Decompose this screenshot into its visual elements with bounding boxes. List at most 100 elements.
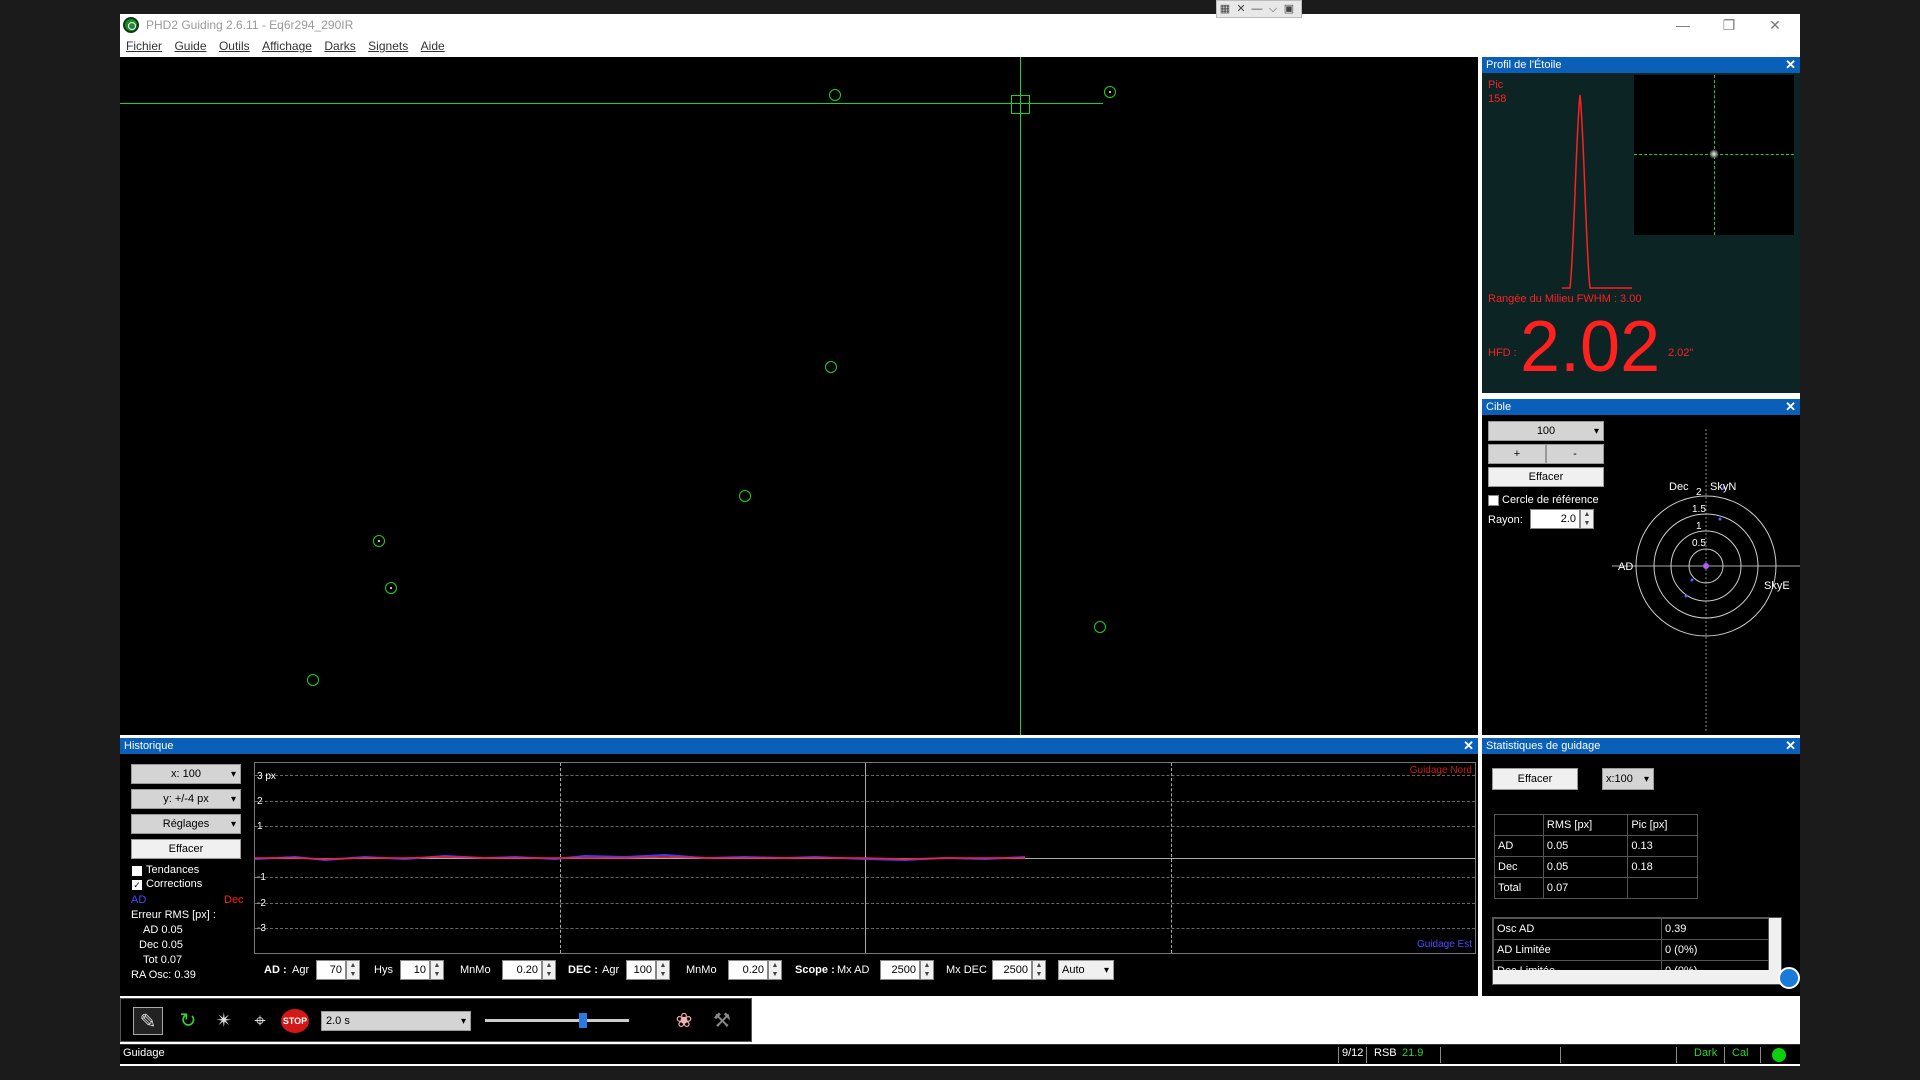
app-icon [123, 17, 139, 33]
zoom-in-button[interactable]: + [1488, 444, 1546, 464]
menu-fichier[interactable]: Fichier [126, 36, 162, 56]
horizontal-scrollbar[interactable] [1493, 970, 1769, 984]
mx-dec-spinner[interactable]: ▲ ▼ [1032, 960, 1046, 980]
dash-icon[interactable]: — [1249, 1, 1265, 17]
star-marker[interactable] [825, 361, 837, 373]
history-x-scale[interactable]: x: 100 [131, 764, 241, 784]
menu-guide[interactable]: Guide [174, 36, 206, 56]
rms-title: Erreur RMS [px] : [131, 909, 216, 921]
gamma-slider-thumb[interactable] [579, 1013, 587, 1028]
hys-input[interactable]: 10 [400, 960, 430, 980]
menu-aide[interactable]: Aide [421, 36, 445, 56]
help-icon[interactable] [1778, 967, 1800, 989]
close-icon[interactable]: ✕ [1463, 738, 1474, 754]
ad-agr-input[interactable]: 70 [316, 960, 346, 980]
history-clear-button[interactable]: Effacer [131, 839, 241, 859]
ad-mnmo-input[interactable]: 0.20 [502, 960, 542, 980]
dec-mnmo-input[interactable]: 0.20 [728, 960, 768, 980]
star-marker[interactable] [829, 89, 841, 101]
crosshair-vertical [1020, 57, 1021, 735]
close-icon[interactable]: ✕ [1785, 57, 1796, 73]
legend-dec: Dec [224, 894, 244, 906]
trends-checkbox[interactable] [132, 866, 142, 876]
star-marker[interactable] [373, 535, 385, 547]
zoom-out-button[interactable]: - [1546, 444, 1604, 464]
hys-spinner[interactable]: ▲ ▼ [430, 960, 444, 980]
star-marker[interactable] [385, 582, 397, 594]
radius-input[interactable]: 2.0 [1530, 509, 1580, 529]
brain-icon[interactable]: ❀ [669, 1007, 699, 1035]
close-icon[interactable]: ✕ [1785, 738, 1796, 754]
menu-darks[interactable]: Darks [324, 36, 355, 56]
crosshair-horizontal [120, 103, 1103, 104]
mx-ad-spinner[interactable]: ▲ ▼ [920, 960, 934, 980]
history-graph: 3 px 2 1 -1 -2 -3 Guidage Nord Guidage E… [254, 762, 1476, 954]
stop-icon[interactable]: STOP [281, 1009, 309, 1033]
row-name: Dec [1494, 856, 1544, 878]
target-zoom-select[interactable]: 100 [1488, 421, 1604, 441]
dec-mnmo-spinner[interactable]: ▲ ▼ [768, 960, 782, 980]
close-icon[interactable]: ✕ [1785, 399, 1796, 415]
stats-header: Statistiques de guidage ✕ [1482, 738, 1800, 754]
camera-view[interactable] [120, 57, 1478, 735]
grid-icon[interactable]: ▦ [1217, 1, 1233, 17]
mx-ad-input[interactable]: 2500 [880, 960, 920, 980]
exposure-select[interactable]: 2.0 s [321, 1011, 471, 1031]
target-header: Cible ✕ [1482, 399, 1800, 415]
stats-scroll-area[interactable]: Osc AD0.39 AD Limitée0 (0%) Dec Limitée0… [1492, 917, 1782, 985]
divider [1440, 1047, 1441, 1063]
star-marker[interactable] [739, 490, 751, 502]
trends-label: Tendances [146, 864, 200, 876]
gamma-slider-track[interactable] [485, 1019, 629, 1022]
connection-led [1772, 1048, 1786, 1062]
chevron-down-icon[interactable]: ⌵ [1265, 1, 1281, 17]
settings-icon[interactable]: ⚒ [707, 1007, 737, 1035]
window-title: PHD2 Guiding 2.6.11 - Eq6r294_290IR [146, 18, 354, 32]
profile-curve [1562, 94, 1632, 289]
ref-circle-checkbox[interactable] [1488, 495, 1499, 506]
star-select-icon[interactable]: ✴ [209, 1007, 239, 1035]
pin-icon[interactable]: ✕ [1233, 1, 1249, 17]
menu-signets[interactable]: Signets [368, 36, 408, 56]
external-toolbar: ▦ ✕ — ⌵ ▣ [1216, 0, 1302, 18]
minimize-icon[interactable]: — [1660, 14, 1706, 36]
dark-indicator: Dark [1694, 1047, 1718, 1059]
row-rms: 0.05 [1542, 856, 1629, 878]
restore-icon[interactable]: ❐ [1706, 14, 1752, 36]
monitor-icon[interactable]: ▣ [1281, 1, 1297, 17]
target-clear-button[interactable]: Effacer [1488, 467, 1604, 487]
stats-scale-select[interactable]: x:100 [1602, 768, 1654, 790]
table-row: Osc AD 0.39 [1493, 918, 1769, 940]
star-marker[interactable] [307, 674, 319, 686]
dec-agr-input[interactable]: 100 [626, 960, 656, 980]
guide-target-icon[interactable]: ⌖ [245, 1007, 275, 1035]
table-row: RMS [px] Pic [px] [1494, 814, 1698, 836]
close-icon[interactable]: ✕ [1752, 14, 1798, 36]
star-marker[interactable] [1094, 621, 1106, 633]
guide-star-box[interactable] [1011, 95, 1030, 114]
ring-label-0-5: 0.5 [1692, 538, 1706, 549]
divider [1760, 1047, 1761, 1063]
menu-outils[interactable]: Outils [219, 36, 250, 56]
history-y-scale[interactable]: y: +/-4 px [131, 789, 241, 809]
dec-agr-spinner[interactable]: ▲ ▼ [656, 960, 670, 980]
main-toolbar: ✎ ↻ ✴ ⌖ STOP 2.0 s ❀ ⚒ [120, 998, 752, 1042]
star-marker[interactable] [1104, 86, 1116, 98]
loop-icon[interactable]: ↻ [173, 1007, 203, 1035]
radius-spinner[interactable]: ▲ ▼ [1580, 509, 1594, 529]
ad-agr-spinner[interactable]: ▲ ▼ [346, 960, 360, 980]
ad-agr-label: Agr [292, 964, 310, 976]
usb-pen-icon[interactable]: ✎ [133, 1007, 163, 1035]
menu-affichage[interactable]: Affichage [262, 36, 312, 56]
divider [1676, 1047, 1677, 1063]
rms-total: Tot 0.07 [143, 954, 183, 966]
ad-mnmo-spinner[interactable]: ▲ ▼ [542, 960, 556, 980]
history-traces [255, 853, 1026, 862]
axis-ad-label: AD [1618, 561, 1634, 573]
corrections-checkbox[interactable]: ✓ [132, 880, 142, 890]
history-settings[interactable]: Réglages [131, 814, 241, 834]
mx-dec-input[interactable]: 2500 [992, 960, 1032, 980]
stats-clear-button[interactable]: Effacer [1492, 768, 1578, 790]
scope-mode-select[interactable]: Auto [1058, 960, 1114, 980]
stats-table: RMS [px] Pic [px] AD 0.05 0.13 Dec 0.05 0.18 … [1494, 814, 1698, 899]
